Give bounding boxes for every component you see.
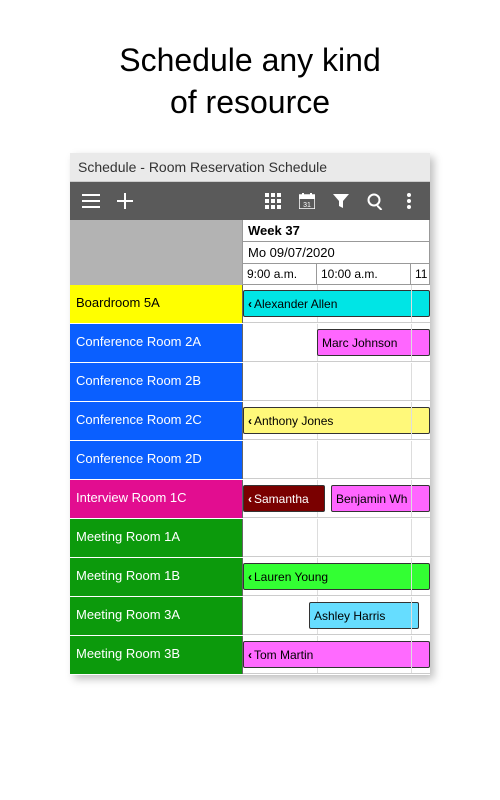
resource-label[interactable]: Conference Room 2D xyxy=(70,441,243,479)
header-gutter xyxy=(70,220,243,285)
event-block[interactable]: ‹Anthony Jones xyxy=(243,407,430,434)
event-label: Tom Martin xyxy=(254,648,313,662)
event-label: Ashley Harris xyxy=(314,609,385,623)
menu-icon[interactable] xyxy=(74,182,108,220)
event-label: Anthony Jones xyxy=(254,414,333,428)
resource-track[interactable]: ‹Samantha Benjamin Wh xyxy=(243,480,430,518)
grid-icon[interactable] xyxy=(256,182,290,220)
event-label: Alexander Allen xyxy=(254,297,337,311)
resource-track[interactable]: ‹Alexander Allen xyxy=(243,285,430,323)
resource-label[interactable]: Interview Room 1C xyxy=(70,480,243,518)
event-label: Samantha xyxy=(254,492,309,506)
chevron-left-icon: ‹ xyxy=(248,414,252,428)
more-icon[interactable] xyxy=(392,182,426,220)
resource-label[interactable]: Conference Room 2C xyxy=(70,402,243,440)
resource-track[interactable]: Marc Johnson xyxy=(243,324,430,362)
resource-label[interactable]: Boardroom 5A xyxy=(70,285,243,323)
resource-track[interactable] xyxy=(243,363,430,401)
time-col-1: 10:00 a.m. xyxy=(317,264,411,284)
toolbar: 31 xyxy=(70,182,430,220)
window-titlebar: Schedule - Room Reservation Schedule xyxy=(70,153,430,182)
resource-track[interactable]: ‹Tom Martin xyxy=(243,636,430,674)
resource-row: Meeting Room 1A xyxy=(70,519,430,558)
week-label: Week 37 xyxy=(243,220,430,242)
resource-track[interactable] xyxy=(243,519,430,557)
svg-text:31: 31 xyxy=(303,202,311,209)
resource-row: Conference Room 2C‹Anthony Jones xyxy=(70,402,430,441)
event-block[interactable]: Ashley Harris xyxy=(309,602,419,629)
resource-rows: Boardroom 5A‹Alexander AllenConference R… xyxy=(70,285,430,675)
event-block[interactable]: ‹Samantha xyxy=(243,485,325,512)
time-col-2: 11 xyxy=(411,264,430,284)
resource-row: Conference Room 2B xyxy=(70,363,430,402)
resource-label[interactable]: Meeting Room 3B xyxy=(70,636,243,674)
chevron-left-icon: ‹ xyxy=(248,648,252,662)
resource-row: Conference Room 2D xyxy=(70,441,430,480)
resource-track[interactable]: ‹Anthony Jones xyxy=(243,402,430,440)
date-label: Mo 09/07/2020 xyxy=(243,242,430,264)
resource-row: Meeting Room 3A Ashley Harris xyxy=(70,597,430,636)
resource-row: Conference Room 2A Marc Johnson xyxy=(70,324,430,363)
event-block[interactable]: ‹Tom Martin xyxy=(243,641,430,668)
resource-track[interactable] xyxy=(243,441,430,479)
resource-label[interactable]: Conference Room 2A xyxy=(70,324,243,362)
chevron-left-icon: ‹ xyxy=(248,492,252,506)
promo-line2: of resource xyxy=(170,84,330,120)
event-block[interactable]: Benjamin Wh xyxy=(331,485,430,512)
promo-title: Schedule any kind of resource xyxy=(0,0,500,153)
chevron-left-icon: ‹ xyxy=(248,297,252,311)
resource-row: Meeting Room 3B‹Tom Martin xyxy=(70,636,430,675)
resource-track[interactable]: Ashley Harris xyxy=(243,597,430,635)
resource-track[interactable]: ‹Lauren Young xyxy=(243,558,430,596)
event-block[interactable]: ‹Lauren Young xyxy=(243,563,430,590)
promo-line1: Schedule any kind xyxy=(119,42,381,78)
calendar-icon[interactable]: 31 xyxy=(290,182,324,220)
resource-row: Interview Room 1C‹SamanthaBenjamin Wh xyxy=(70,480,430,519)
search-icon[interactable] xyxy=(358,182,392,220)
time-header-row: 9:00 a.m. 10:00 a.m. 11 xyxy=(243,264,430,285)
time-col-0: 9:00 a.m. xyxy=(243,264,317,284)
event-label: Marc Johnson xyxy=(322,336,397,350)
schedule-header: Week 37 Mo 09/07/2020 9:00 a.m. 10:00 a.… xyxy=(70,220,430,285)
chevron-left-icon: ‹ xyxy=(248,570,252,584)
plus-icon[interactable] xyxy=(108,182,142,220)
filter-icon[interactable] xyxy=(324,182,358,220)
event-block[interactable]: Marc Johnson xyxy=(317,329,430,356)
event-label: Lauren Young xyxy=(254,570,328,584)
resource-row: Boardroom 5A‹Alexander Allen xyxy=(70,285,430,324)
event-block[interactable]: ‹Alexander Allen xyxy=(243,290,430,317)
resource-label[interactable]: Conference Room 2B xyxy=(70,363,243,401)
app-frame: Schedule - Room Reservation Schedule 31 xyxy=(70,153,430,675)
window-title-text: Schedule - Room Reservation Schedule xyxy=(78,159,327,175)
resource-label[interactable]: Meeting Room 3A xyxy=(70,597,243,635)
resource-label[interactable]: Meeting Room 1A xyxy=(70,519,243,557)
schedule-area: Week 37 Mo 09/07/2020 9:00 a.m. 10:00 a.… xyxy=(70,220,430,675)
event-label: Benjamin Wh xyxy=(336,492,407,506)
resource-label[interactable]: Meeting Room 1B xyxy=(70,558,243,596)
resource-row: Meeting Room 1B‹Lauren Young xyxy=(70,558,430,597)
